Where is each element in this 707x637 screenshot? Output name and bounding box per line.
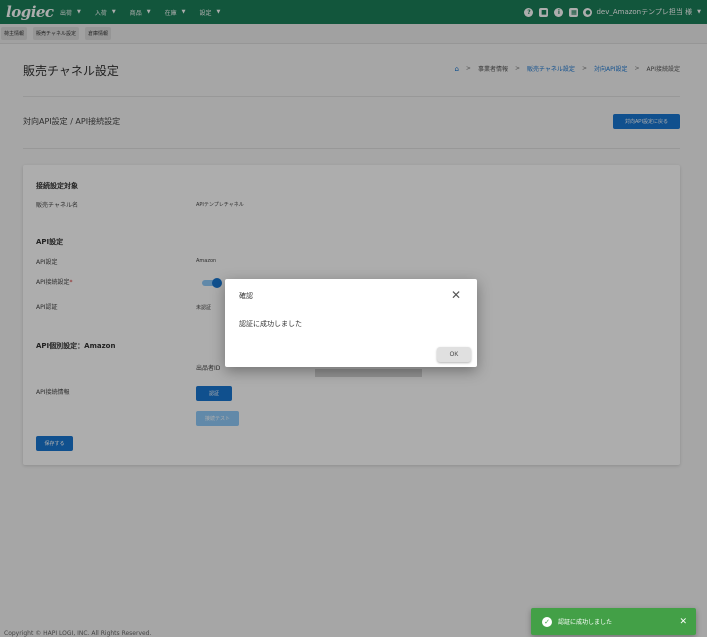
toast-message: 認証に成功しました [558, 619, 613, 626]
ok-button[interactable]: OK [437, 347, 471, 362]
close-icon[interactable]: ✕ [679, 617, 687, 627]
dialog-message: 認証に成功しました [239, 320, 302, 328]
success-toast: ✓ 認証に成功しました ✕ [531, 608, 696, 635]
dialog-title: 確認 [239, 292, 253, 300]
close-icon[interactable]: ✕ [451, 288, 461, 302]
confirm-dialog: 確認 ✕ 認証に成功しました OK [225, 279, 477, 367]
check-circle-icon: ✓ [542, 616, 552, 627]
